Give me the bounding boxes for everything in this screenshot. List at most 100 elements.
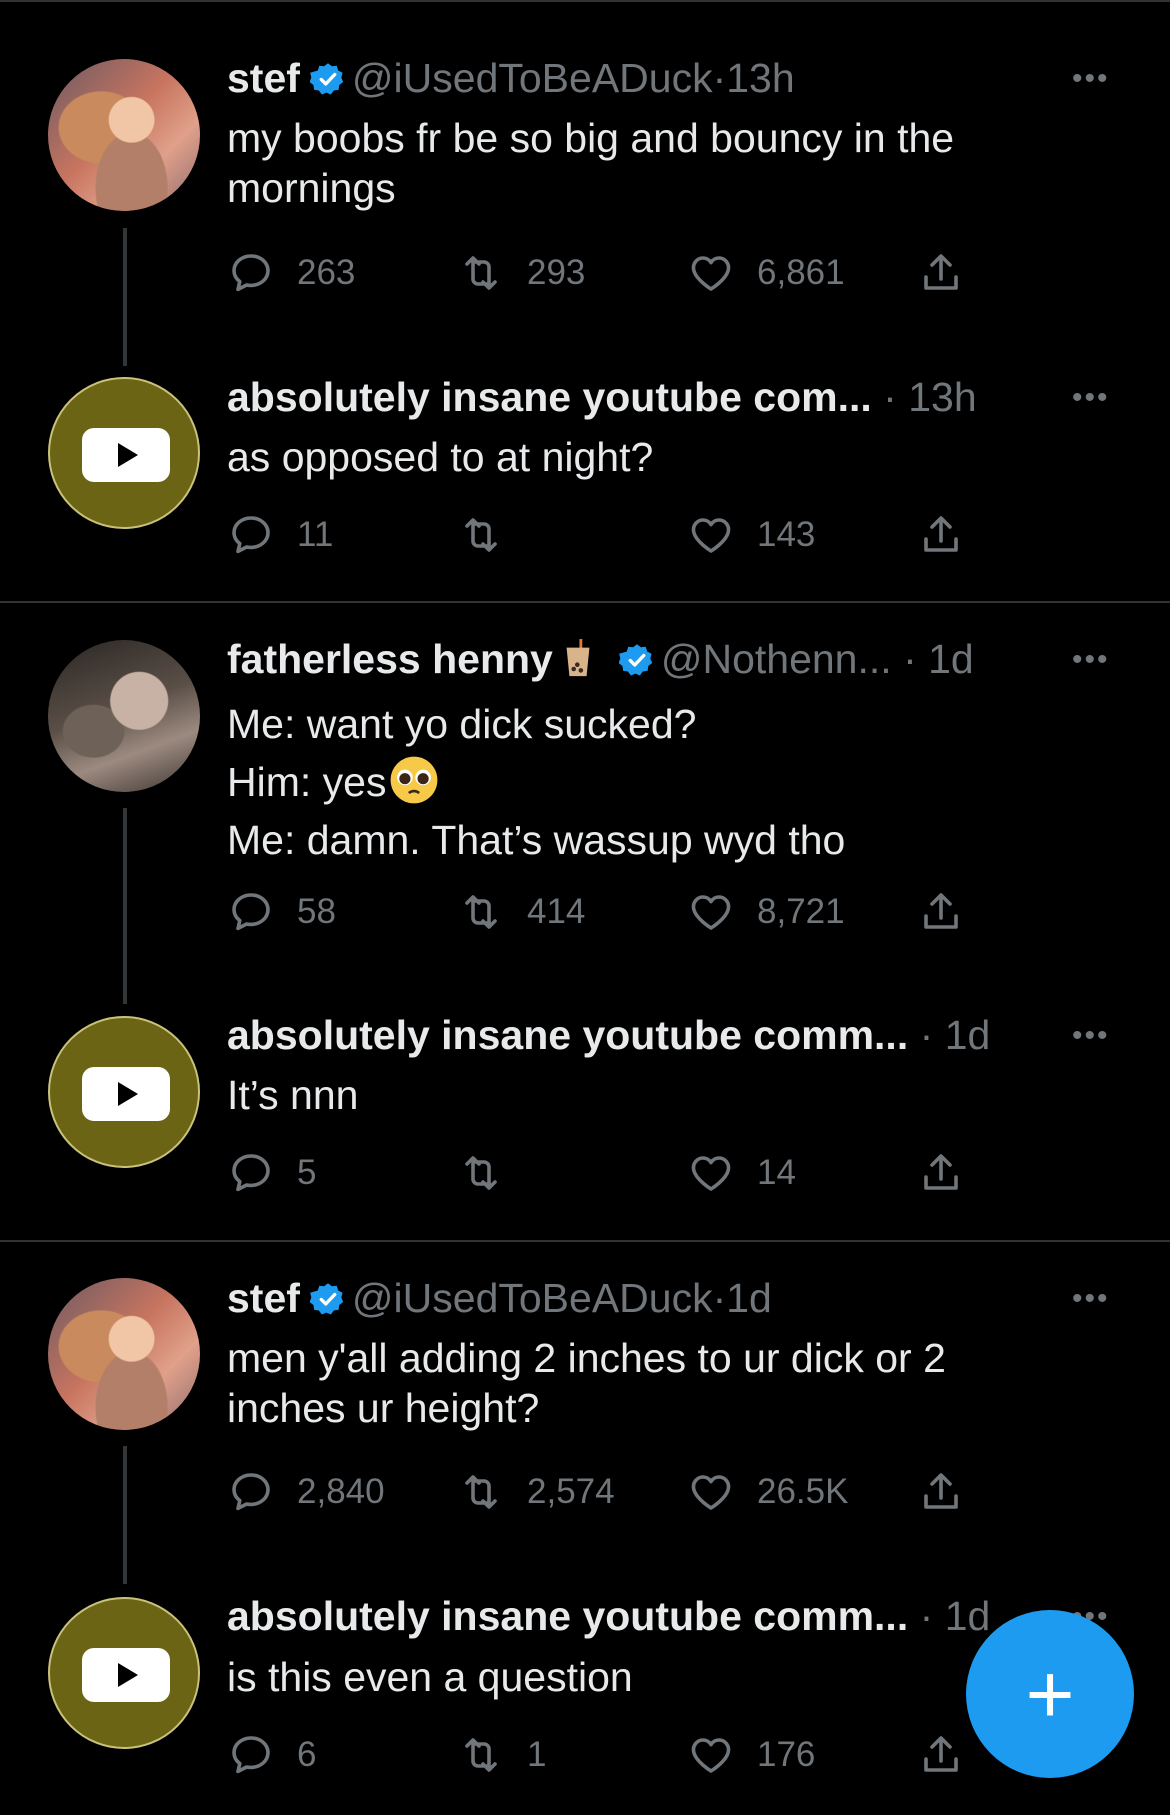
- share-icon: [917, 249, 965, 297]
- retweet-button[interactable]: [457, 1149, 527, 1197]
- reply-icon: [227, 1731, 275, 1779]
- like-icon: [687, 511, 735, 559]
- reply-button[interactable]: 5: [227, 1149, 316, 1197]
- handle[interactable]: @iUsedToBeADuck: [352, 1275, 713, 1321]
- handle[interactable]: @Nothenn...: [661, 636, 892, 682]
- more-icon[interactable]: •••: [1072, 645, 1110, 675]
- verified-badge-icon: [310, 61, 346, 97]
- tweet-header: absolutely insane youtube com... · 13h: [227, 373, 977, 421]
- display-name[interactable]: stef: [227, 55, 300, 101]
- tweet-text: men y'all adding 2 inches to ur dick or …: [227, 1333, 1057, 1433]
- retweet-button[interactable]: 2,574: [457, 1468, 615, 1516]
- separator: ·: [903, 636, 917, 682]
- display-name[interactable]: stef: [227, 1275, 300, 1321]
- retweet-icon: [457, 1731, 505, 1779]
- like-button[interactable]: 8,721: [687, 888, 845, 936]
- tweet-text-line: mornings: [227, 165, 396, 211]
- share-button[interactable]: [917, 249, 987, 297]
- retweet-count: 293: [527, 253, 586, 292]
- share-icon: [917, 1468, 965, 1516]
- retweet-icon: [457, 511, 505, 559]
- separator: ·: [883, 374, 897, 420]
- tweet-text-line: men y'all adding 2 inches to ur dick or …: [227, 1335, 946, 1381]
- action-bar: 2,840 2,574 26.5K: [227, 1468, 987, 1518]
- reply-button[interactable]: 2,840: [227, 1468, 385, 1516]
- display-name[interactable]: absolutely insane youtube comm...: [227, 1593, 908, 1639]
- tweet-text: as opposed to at night?: [227, 432, 1057, 482]
- avatar[interactable]: [48, 1597, 200, 1749]
- reply-count: 11: [297, 515, 334, 554]
- avatar[interactable]: [48, 59, 200, 211]
- bubble-tea-emoji-icon: [566, 639, 590, 677]
- thread-line: [123, 808, 127, 1004]
- reply-button[interactable]: 6: [227, 1731, 316, 1779]
- tweet-text-line: as opposed to at night?: [227, 434, 654, 480]
- retweet-button[interactable]: 414: [457, 888, 585, 936]
- like-icon: [687, 1731, 735, 1779]
- compose-button[interactable]: +: [966, 1610, 1134, 1778]
- reply-button[interactable]: 58: [227, 888, 336, 936]
- timestamp[interactable]: 13h: [908, 374, 976, 420]
- display-name[interactable]: absolutely insane youtube comm...: [227, 1012, 908, 1058]
- like-count: 8,721: [757, 892, 845, 931]
- retweet-button[interactable]: [457, 511, 527, 559]
- retweet-icon: [457, 1149, 505, 1197]
- like-button[interactable]: 143: [687, 511, 815, 559]
- youtube-logo-icon: [82, 1648, 170, 1702]
- top-border: [0, 0, 1170, 2]
- action-bar: 5 14: [227, 1149, 987, 1199]
- share-button[interactable]: [917, 1731, 987, 1779]
- tweet-text-line: Me: damn. That’s wassup wyd tho: [227, 817, 846, 863]
- verified-badge-icon: [619, 642, 655, 678]
- timestamp[interactable]: 1d: [726, 1275, 772, 1321]
- share-button[interactable]: [917, 888, 987, 936]
- tweet-text-line: It’s nnn: [227, 1072, 359, 1118]
- like-button[interactable]: 26.5K: [687, 1468, 848, 1516]
- separator: ·: [919, 1012, 934, 1058]
- like-button[interactable]: 6,861: [687, 249, 845, 297]
- share-button[interactable]: [917, 1468, 987, 1516]
- action-bar: 6 1 176: [227, 1731, 987, 1781]
- avatar[interactable]: [48, 1278, 200, 1430]
- share-button[interactable]: [917, 1149, 987, 1197]
- retweet-icon: [457, 1468, 505, 1516]
- more-icon[interactable]: •••: [1072, 383, 1110, 413]
- avatar[interactable]: [48, 640, 200, 792]
- tweet-header: fatherless henny @Nothenn... · 1d: [227, 635, 974, 683]
- share-icon: [917, 888, 965, 936]
- reply-button[interactable]: 263: [227, 249, 355, 297]
- timestamp[interactable]: 13h: [726, 55, 794, 101]
- avatar[interactable]: [48, 1016, 200, 1168]
- reply-count: 263: [297, 253, 356, 292]
- like-button[interactable]: 14: [687, 1149, 796, 1197]
- share-icon: [917, 1731, 965, 1779]
- retweet-icon: [457, 249, 505, 297]
- retweet-count: 1: [527, 1735, 547, 1774]
- tweet-header: absolutely insane youtube comm... · 1d: [227, 1592, 990, 1640]
- reply-count: 5: [297, 1153, 317, 1192]
- tweet-header: stef @iUsedToBeADuck·1d: [227, 1274, 772, 1322]
- handle[interactable]: @iUsedToBeADuck: [352, 55, 713, 101]
- timestamp[interactable]: 1d: [928, 636, 974, 682]
- retweet-count: 414: [527, 892, 586, 931]
- more-icon[interactable]: •••: [1072, 64, 1110, 94]
- tweet-text: Me: want yo dick sucked? Him: yes Me: da…: [227, 695, 1057, 869]
- tweet-text-line: inches ur height?: [227, 1385, 540, 1431]
- action-bar: 263 293 6,861: [227, 249, 987, 299]
- more-icon[interactable]: •••: [1072, 1021, 1110, 1051]
- more-icon[interactable]: •••: [1072, 1284, 1110, 1314]
- reply-button[interactable]: 11: [227, 511, 333, 559]
- avatar[interactable]: [48, 377, 200, 529]
- display-name[interactable]: fatherless henny: [227, 636, 553, 682]
- tweet-text: my boobs fr be so big and bouncy in the …: [227, 113, 1057, 213]
- timestamp[interactable]: 1d: [945, 1012, 991, 1058]
- thread-line: [123, 228, 127, 366]
- timestamp[interactable]: 1d: [945, 1593, 991, 1639]
- tweet-header: stef @iUsedToBeADuck·13h: [227, 54, 795, 102]
- retweet-button[interactable]: 1: [457, 1731, 546, 1779]
- separator: ·: [712, 1275, 727, 1321]
- like-button[interactable]: 176: [687, 1731, 815, 1779]
- display-name[interactable]: absolutely insane youtube com...: [227, 374, 872, 420]
- share-button[interactable]: [917, 511, 987, 559]
- retweet-button[interactable]: 293: [457, 249, 585, 297]
